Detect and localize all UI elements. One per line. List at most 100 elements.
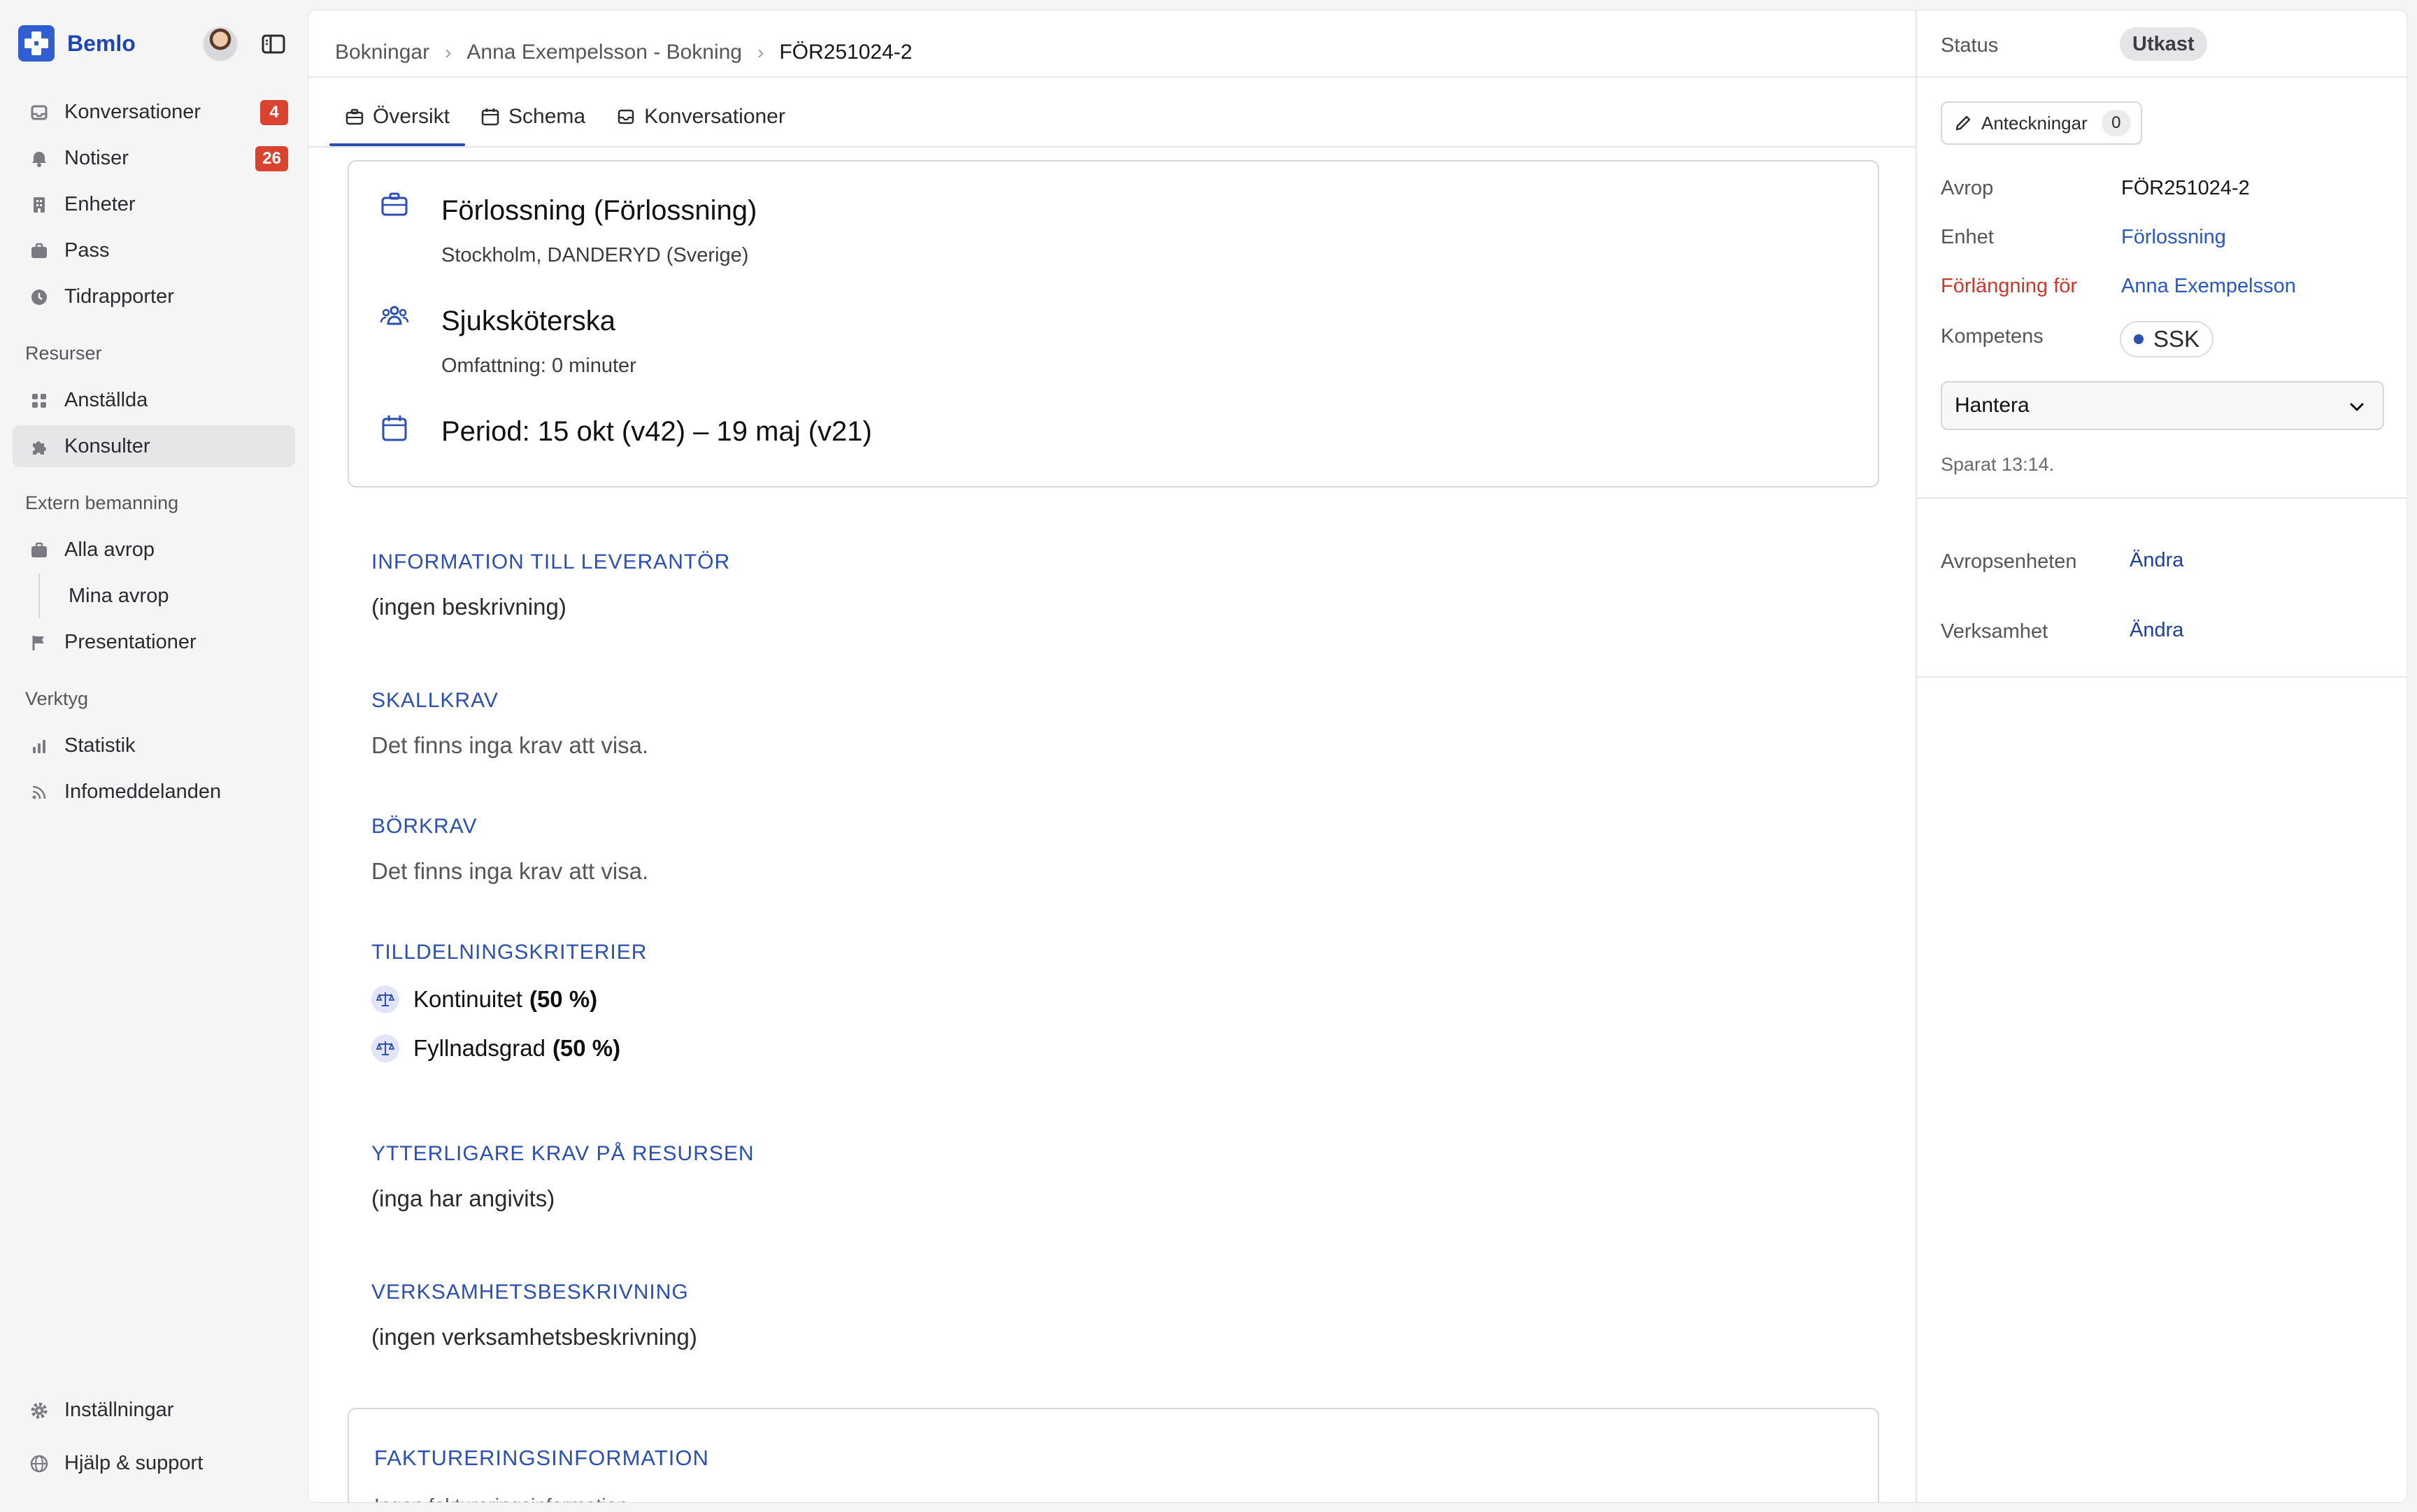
sidebar-item-label: Pass [64, 238, 110, 262]
sidebar-item-mina-avrop[interactable]: Mina avrop [13, 575, 295, 617]
unit-location: Stockholm, DANDERYD (Sverige) [441, 244, 749, 266]
notes-label: Anteckningar [1981, 112, 2088, 134]
manage-dropdown[interactable]: Hantera [1941, 381, 2384, 430]
inbox-icon [618, 109, 634, 124]
status-badge: Utkast [2120, 27, 2207, 61]
tab-label: Översikt [373, 105, 450, 128]
brand[interactable]: Bemlo [18, 24, 136, 63]
tab-oversikt[interactable]: Översikt [329, 87, 466, 146]
sidebar-item-label: Presentationer [64, 630, 197, 653]
booking-summary-card: Förlossning (Förlossning) Stockholm, DAN… [348, 160, 1879, 487]
header-divider [308, 76, 1917, 78]
role-scope: Omfattning: 0 minuter [441, 355, 636, 377]
breadcrumb-booking[interactable]: Anna Exempelsson - Bokning [466, 41, 742, 64]
notes-count: 0 [2101, 110, 2131, 136]
bemlo-logo-icon [18, 25, 55, 62]
bell-icon [32, 152, 46, 167]
flag-icon [32, 636, 44, 650]
sidebar-toggle-icon[interactable] [262, 34, 285, 55]
enhet-link[interactable]: Förlossning [2121, 226, 2226, 249]
competence-badge: SSK [2120, 321, 2214, 357]
user-avatar[interactable] [203, 27, 238, 62]
extension-link[interactable]: Anna Exempelsson [2121, 275, 2296, 298]
manage-dropdown-label: Hantera [1955, 394, 2030, 417]
extension-label: Förlängning för [1941, 275, 2078, 297]
calendar-icon [382, 415, 407, 441]
edit-avropsenhet-link[interactable]: Ändra [2130, 549, 2183, 572]
avropsenhet-label: Avropsenheten [1941, 550, 2077, 573]
must-requirements-heading: SKALLKRAV [371, 689, 499, 712]
unit-title: Förlossning (Förlossning) [441, 195, 757, 226]
rss-icon [32, 785, 46, 799]
panel-divider [1917, 676, 2407, 678]
sidebar-item-enheter[interactable]: Enheter [13, 183, 295, 225]
people-icon [380, 306, 409, 325]
section-title-extern-bemanning: Extern bemanning [25, 492, 179, 513]
should-requirements-heading: BÖRKRAV [371, 815, 478, 838]
sidebar-item-alla-avrop[interactable]: Alla avrop [13, 529, 295, 571]
award-criteria-heading: TILLDELNINGSKRITERIER [371, 941, 648, 964]
main-panel: Bokningar › Anna Exempelsson - Bokning ›… [308, 10, 2407, 1503]
must-requirements-text: Det finns inga krav att visa. [371, 732, 649, 758]
sidebar-item-label: Alla avrop [64, 538, 155, 561]
briefcase-icon [345, 108, 364, 125]
clock-icon [31, 290, 47, 305]
role-title: Sjuksköterska [441, 306, 615, 336]
building-icon [34, 197, 45, 213]
supplier-info-text: (ingen beskrivning) [371, 594, 566, 620]
briefcase-icon [381, 192, 408, 216]
booking-overview: Bokningar › Anna Exempelsson - Bokning ›… [308, 10, 1917, 1502]
unread-badge: 4 [260, 100, 288, 125]
sidebar-item-infomeddelanden[interactable]: Infomeddelanden [13, 771, 295, 813]
sidebar-item-label: Konversationer [64, 100, 201, 123]
sidebar-item-tidrapporter[interactable]: Tidrapporter [13, 276, 295, 318]
sidebar-item-label: Statistik [64, 734, 136, 757]
sidebar-item-label: Anställda [64, 388, 148, 411]
briefcase-icon [31, 243, 47, 258]
chevron-right-icon: › [757, 41, 764, 63]
business-description-heading: VERKSAMHETSBESKRIVNING [371, 1281, 689, 1304]
sidebar-item-konsulter[interactable]: Konsulter [13, 425, 295, 467]
sidebar-item-anstallda[interactable]: Anställda [13, 379, 295, 421]
enhet-label: Enhet [1941, 226, 1994, 248]
billing-info-card: FAKTURERINGSINFORMATION Ingen fakturerin… [348, 1408, 1879, 1502]
sidebar-item-label: Tidrapporter [64, 285, 174, 308]
notification-badge: 26 [255, 146, 288, 171]
app-window: Bemlo Konversationer 4 Notiser 26 Enhete… [0, 0, 2417, 1512]
supplier-info-heading: INFORMATION TILL LEVERANTÖR [371, 550, 731, 573]
billing-info-text: Ingen faktureringsinformation [374, 1495, 628, 1502]
tab-label: Schema [508, 105, 586, 128]
criterion-item: Fyllnadsgrad (50 %) [371, 1034, 620, 1062]
sidebar-item-konversationer[interactable]: Konversationer 4 [13, 91, 295, 133]
criterion-name: Kontinuitet [413, 986, 522, 1012]
panel-divider [1917, 76, 2407, 78]
breadcrumb-current: FÖR251024-2 [779, 41, 913, 64]
tabs-divider [308, 146, 1917, 148]
sidebar-item-label: Inställningar [64, 1398, 174, 1421]
sidebar-item-statistik[interactable]: Statistik [13, 725, 295, 766]
competence-value: SSK [2153, 326, 2200, 352]
breadcrumb-bokningar[interactable]: Bokningar [335, 41, 429, 64]
sidebar-item-label: Hjälp & support [64, 1451, 204, 1474]
panel-divider [1917, 497, 2407, 499]
tab-schema[interactable]: Schema [465, 87, 601, 146]
calendar-icon [481, 108, 499, 126]
status-dot-icon [2134, 334, 2144, 344]
tab-bar: Översikt Schema Konversationer [329, 87, 801, 146]
sidebar-item-presentationer[interactable]: Presentationer [13, 621, 295, 663]
puzzle-icon [33, 441, 46, 455]
sidebar-item-label: Enheter [64, 192, 136, 215]
edit-verksamhet-link[interactable]: Ändra [2130, 619, 2183, 642]
globe-icon [30, 1455, 48, 1473]
notes-button[interactable]: Anteckningar 0 [1941, 101, 2142, 145]
sidebar-item-notiser[interactable]: Notiser 26 [13, 137, 295, 179]
tab-konversationer[interactable]: Konversationer [601, 87, 801, 146]
sidebar-item-installningar[interactable]: Inställningar [13, 1389, 295, 1431]
sidebar-item-hjalp-support[interactable]: Hjälp & support [13, 1442, 295, 1484]
chevron-down-icon [2350, 403, 2364, 411]
sidebar-item-label: Infomeddelanden [64, 780, 222, 803]
competence-label: Kompetens [1941, 325, 2044, 348]
sidebar-item-pass[interactable]: Pass [13, 229, 295, 271]
extra-requirements-heading: YTTERLIGARE KRAV PÅ RESURSEN [371, 1142, 755, 1165]
briefcase-icon [31, 542, 47, 557]
